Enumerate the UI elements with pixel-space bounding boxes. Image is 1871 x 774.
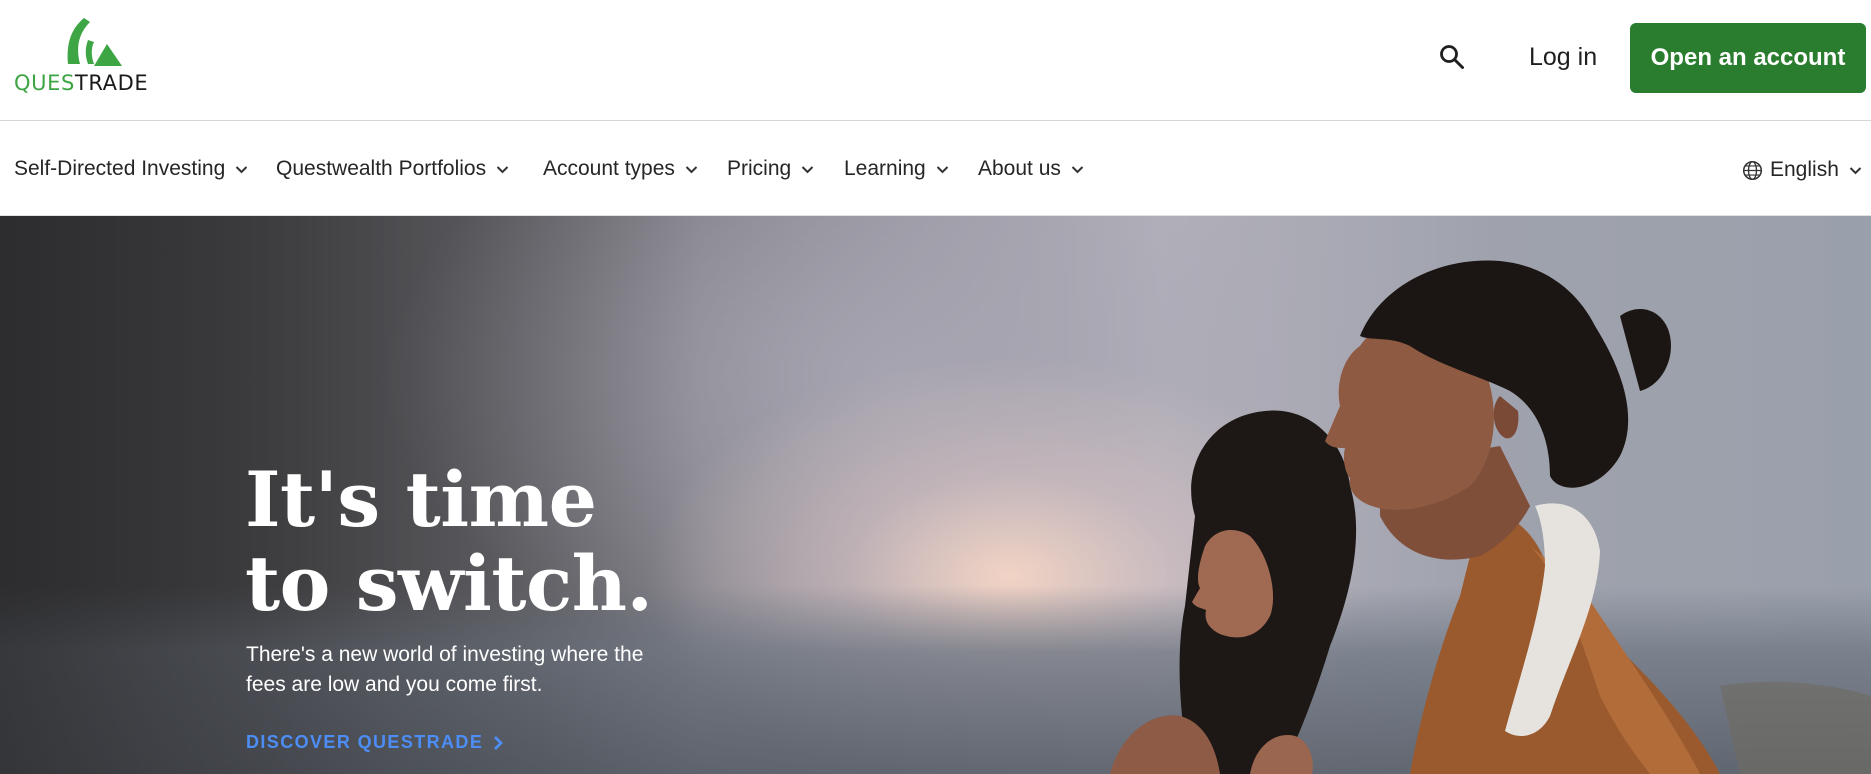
chevron-right-icon — [493, 735, 504, 751]
logo-text-trade: TRADE — [74, 71, 149, 95]
logo-mark-icon — [67, 18, 122, 66]
nav-item-account-types[interactable]: Account types — [543, 152, 698, 186]
chevron-down-icon — [496, 165, 509, 174]
search-button[interactable] — [1434, 39, 1470, 75]
discover-questrade-link[interactable]: DISCOVER QUESTRADE — [246, 732, 504, 753]
chevron-down-icon — [1849, 166, 1862, 175]
chevron-down-icon — [801, 165, 814, 174]
logo-text-ques: QUES — [14, 71, 75, 95]
language-selector[interactable]: English — [1742, 153, 1862, 187]
search-icon — [1440, 45, 1464, 69]
nav-item-learning[interactable]: Learning — [844, 152, 949, 186]
hero-title-line-2: to switch. — [245, 539, 653, 628]
chevron-down-icon — [1071, 165, 1084, 174]
nav-item-label: Questwealth Portfolios — [276, 157, 487, 180]
main-navigation: Self-Directed Investing Questwealth Port… — [0, 122, 1871, 216]
nav-item-label: Self-Directed Investing — [14, 157, 226, 180]
nav-item-label: About us — [978, 157, 1061, 180]
nav-item-about-us[interactable]: About us — [978, 152, 1084, 186]
nav-item-pricing[interactable]: Pricing — [727, 152, 814, 186]
chevron-down-icon — [685, 165, 698, 174]
globe-icon — [1742, 160, 1763, 181]
top-header: QUESTRADE Log in Open an account — [0, 0, 1871, 121]
nav-item-self-directed-investing[interactable]: Self-Directed Investing — [14, 152, 248, 186]
hero-banner: It's time to switch. There's a new world… — [0, 216, 1871, 774]
cta-label: DISCOVER QUESTRADE — [246, 732, 484, 752]
nav-item-label: Pricing — [727, 157, 792, 180]
nav-item-questwealth-portfolios[interactable]: Questwealth Portfolios — [276, 152, 509, 186]
questrade-logo[interactable]: QUESTRADE — [14, 18, 179, 98]
hero-couple-photo — [1110, 260, 1871, 774]
hero-title: It's time to switch. — [245, 455, 653, 628]
chevron-down-icon — [936, 165, 949, 174]
hero-subtitle: There's a new world of investing where t… — [246, 643, 644, 696]
language-label: English — [1770, 158, 1839, 181]
nav-item-label: Account types — [543, 157, 675, 180]
nav-item-label: Learning — [844, 157, 926, 180]
login-link[interactable]: Log in — [1529, 41, 1597, 73]
open-account-button[interactable]: Open an account — [1630, 23, 1866, 93]
chevron-down-icon — [235, 165, 248, 174]
hero-title-line-1: It's time — [245, 455, 597, 544]
logo-wordmark: QUESTRADE — [14, 73, 148, 94]
